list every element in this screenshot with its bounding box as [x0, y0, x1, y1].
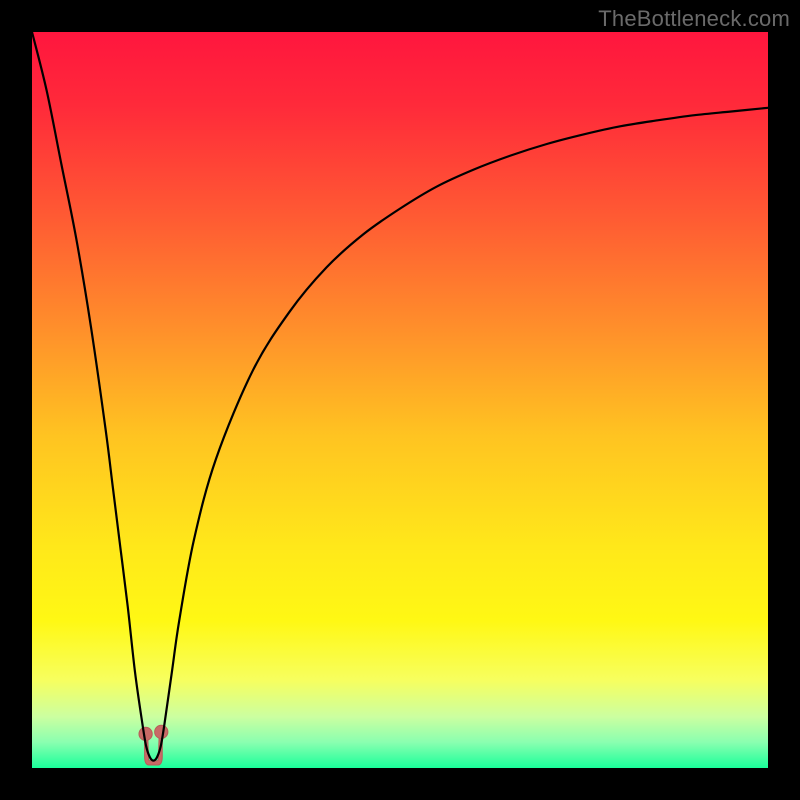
- gradient-background: [32, 32, 768, 768]
- plot-area: [32, 32, 768, 768]
- chart-frame: TheBottleneck.com: [0, 0, 800, 800]
- bottleneck-chart: [32, 32, 768, 768]
- watermark-text: TheBottleneck.com: [598, 6, 790, 32]
- notch-dot-right: [155, 725, 168, 738]
